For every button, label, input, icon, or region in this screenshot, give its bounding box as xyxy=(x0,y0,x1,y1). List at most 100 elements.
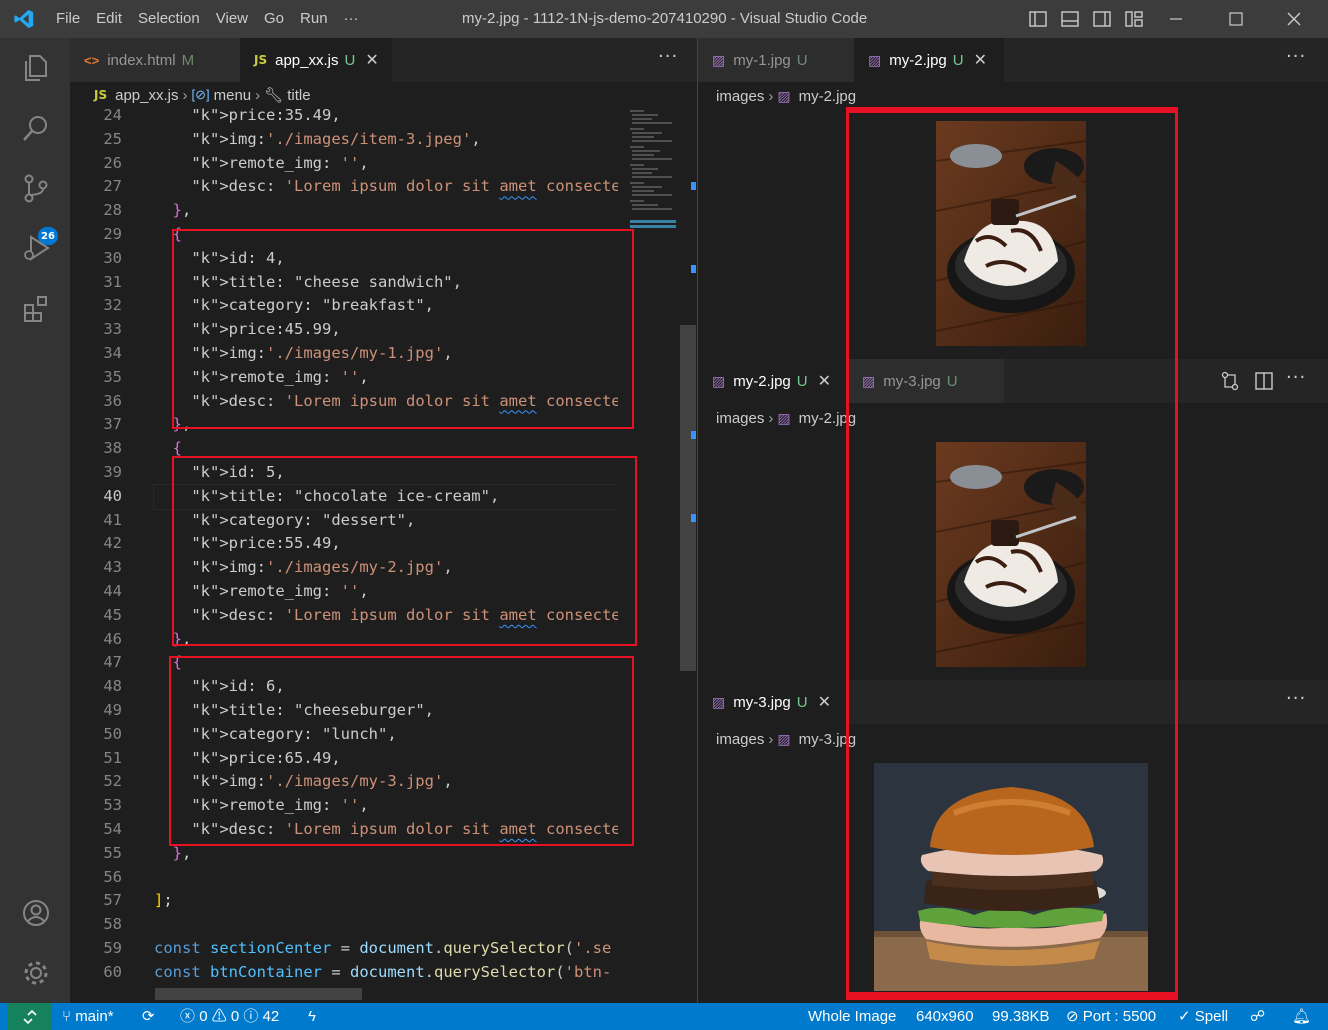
breadcrumb-folder[interactable]: images xyxy=(716,731,764,748)
close-tab-icon[interactable]: ✕ xyxy=(818,692,831,712)
line-number: 40 xyxy=(103,486,122,505)
code-line[interactable]: 58 xyxy=(70,913,618,937)
code-text: "k">img:'./images/item-3.jpeg', xyxy=(191,129,481,148)
tab-label: app_xx.js xyxy=(275,51,339,69)
sync-icon[interactable]: ⟳ xyxy=(142,1003,155,1030)
tab-my-2-jpg[interactable]: ▨ my-2.jpg U ✕ xyxy=(698,359,848,403)
code-text: "k">remote_img: '', xyxy=(191,153,369,172)
tab-status: U xyxy=(796,51,808,69)
more-actions-icon[interactable]: ··· xyxy=(1286,688,1306,709)
live-server-port[interactable]: ⊘ Port : 5500 xyxy=(1066,1003,1156,1030)
toggle-secondary-sidebar-icon[interactable] xyxy=(1086,0,1118,38)
manage-gear-icon[interactable] xyxy=(18,955,54,991)
code-line[interactable]: 25 "k">img:'./images/item-3.jpeg', xyxy=(70,128,618,152)
code-line[interactable]: 56 xyxy=(70,866,618,890)
toggle-panel-icon[interactable] xyxy=(1054,0,1086,38)
line-number: 34 xyxy=(103,344,122,362)
highlight-box-item-5 xyxy=(172,456,637,646)
scroll-marker xyxy=(691,265,696,273)
branch-icon: ⑂ xyxy=(62,1008,72,1025)
line-number: 46 xyxy=(103,629,122,648)
split-editor-icon[interactable] xyxy=(1254,371,1274,395)
minimize-icon[interactable] xyxy=(1160,0,1192,38)
notifications-bell-icon[interactable]: 🔔︎ xyxy=(1292,1003,1311,1030)
line-number: 58 xyxy=(103,915,122,934)
code-line[interactable]: 28 }, xyxy=(70,199,618,223)
close-tab-icon[interactable]: ✕ xyxy=(974,50,987,70)
breadcrumb-folder[interactable]: images xyxy=(716,88,764,105)
minimap[interactable] xyxy=(620,108,680,238)
feedback-icon[interactable]: ☍ xyxy=(1250,1003,1265,1030)
image-file-size: 99.38KB xyxy=(992,1008,1050,1025)
maximize-icon[interactable] xyxy=(1220,0,1252,38)
line-number: 51 xyxy=(103,748,122,767)
remote-indicator-icon[interactable] xyxy=(8,1003,52,1030)
menu-selection[interactable]: Selection xyxy=(130,0,208,38)
menu-file[interactable]: File xyxy=(48,0,88,38)
menu-run[interactable]: Run xyxy=(292,0,336,38)
explorer-icon[interactable] xyxy=(18,50,54,86)
line-number: 36 xyxy=(103,391,122,410)
code-line[interactable]: 60 const btnContainer = document.querySel… xyxy=(70,961,618,985)
image-file-icon: ▨ xyxy=(777,87,791,104)
line-number: 54 xyxy=(103,820,122,838)
breadcrumb-file[interactable]: my-2.jpg xyxy=(799,88,857,105)
highlight-box-image-column xyxy=(846,107,1178,1000)
tab-my-3-jpg[interactable]: ▨ my-3.jpg U ✕ xyxy=(698,680,848,724)
breadcrumb-property[interactable]: title xyxy=(287,87,310,104)
open-changes-icon[interactable] xyxy=(1220,371,1240,395)
code-text: const sectionCenter = document.querySele… xyxy=(154,939,612,957)
code-line[interactable]: 57]; xyxy=(70,889,618,913)
line-number: 47 xyxy=(103,653,122,672)
js-file-icon: JS xyxy=(94,88,108,102)
tab-app-xx-js[interactable]: JS app_xx.js U ✕ xyxy=(240,38,392,82)
close-tab-icon[interactable]: ✕ xyxy=(365,50,378,70)
tab-label: my-2.jpg xyxy=(889,51,947,69)
image-dimensions: 640x960 xyxy=(916,1008,974,1025)
tab-my-2-jpg[interactable]: ▨ my-2.jpg U ✕ xyxy=(854,38,1004,82)
breadcrumb-folder[interactable]: images xyxy=(716,410,764,427)
breadcrumb: images › ▨ my-2.jpg xyxy=(716,405,856,431)
more-actions-icon[interactable]: ··· xyxy=(658,46,678,67)
right-top-tabbar: ▨ my-1.jpg U ▨ my-2.jpg U ✕ xyxy=(698,38,1328,82)
accounts-icon[interactable] xyxy=(18,895,54,931)
menu-edit[interactable]: Edit xyxy=(88,0,130,38)
code-text: "k">desc: 'Lorem ipsum dolor sit amet co… xyxy=(191,177,618,196)
window-title: my-2.jpg - 1112-1N-js-demo-207410290 - V… xyxy=(462,10,868,27)
code-line[interactable]: 24 "k">price:35.49, xyxy=(70,108,618,128)
menu-more[interactable]: ··· xyxy=(336,0,367,38)
search-icon[interactable] xyxy=(18,110,54,146)
line-number: 45 xyxy=(103,605,122,624)
breadcrumb-symbol[interactable]: menu xyxy=(214,87,252,104)
line-number: 29 xyxy=(103,225,122,243)
menu-view[interactable]: View xyxy=(208,0,256,38)
tab-label: my-1.jpg xyxy=(733,51,791,69)
close-tab-icon[interactable]: ✕ xyxy=(818,371,831,391)
line-number: 30 xyxy=(103,248,122,267)
source-control-icon[interactable] xyxy=(18,170,54,206)
checkmark-icon: ✓ xyxy=(1178,1008,1191,1025)
breadcrumb-file[interactable]: app_xx.js xyxy=(115,87,178,104)
extensions-icon[interactable] xyxy=(18,290,54,326)
horizontal-scrollbar[interactable] xyxy=(155,988,362,1000)
tab-status: U xyxy=(952,51,964,69)
line-number: 33 xyxy=(103,320,122,339)
close-window-icon[interactable] xyxy=(1278,0,1310,38)
spell-checker[interactable]: ✓ Spell xyxy=(1178,1003,1228,1030)
code-line[interactable]: 26 "k">remote_img: '', xyxy=(70,152,618,176)
menu-go[interactable]: Go xyxy=(256,0,292,38)
git-branch[interactable]: ⑂ main* xyxy=(62,1003,114,1030)
lightning-icon[interactable]: ϟ xyxy=(308,1003,316,1030)
problems-summary[interactable]: ⓧ 0 ⚠ 0 ⓘ 42 xyxy=(180,1003,279,1030)
vertical-scrollbar[interactable] xyxy=(680,325,696,671)
code-line[interactable]: 27 "k">desc: 'Lorem ipsum dolor sit amet… xyxy=(70,175,618,199)
customize-layout-icon[interactable] xyxy=(1118,0,1150,38)
more-actions-icon[interactable]: ··· xyxy=(1286,367,1306,388)
tab-index-html[interactable]: <> index.html M xyxy=(70,38,240,82)
code-line[interactable]: 59 const sectionCenter = document.querySe… xyxy=(70,937,618,961)
run-debug-icon[interactable] xyxy=(18,230,54,266)
more-actions-icon[interactable]: ··· xyxy=(1286,46,1306,67)
image-zoom-mode[interactable]: Whole Image xyxy=(808,1003,896,1030)
tab-my-1-jpg[interactable]: ▨ my-1.jpg U xyxy=(698,38,854,82)
toggle-primary-sidebar-icon[interactable] xyxy=(1022,0,1054,38)
